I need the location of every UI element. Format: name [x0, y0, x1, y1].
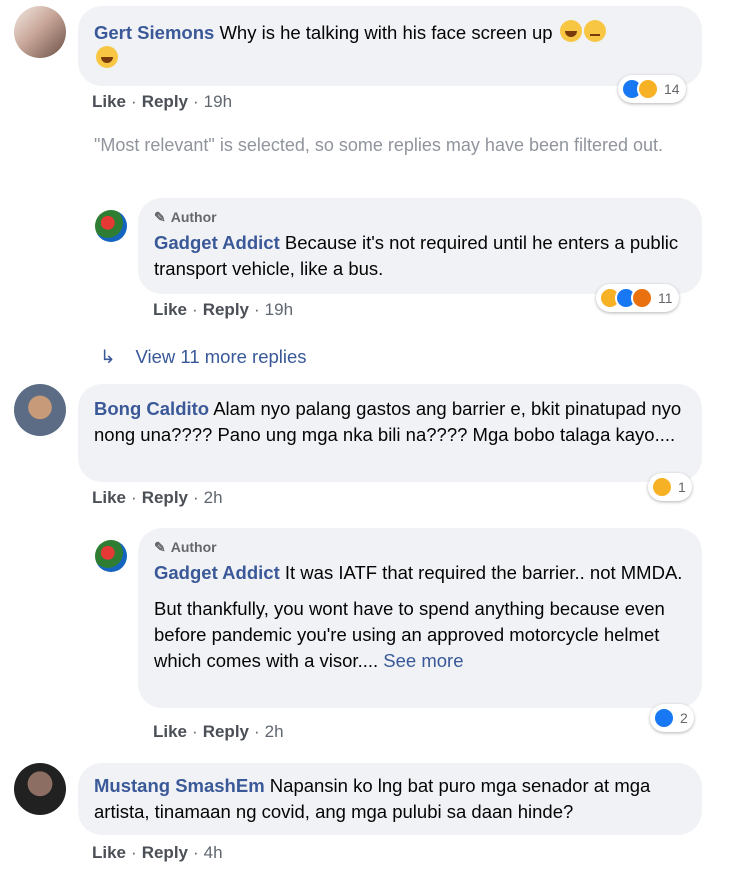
- reaction-summary[interactable]: 14: [618, 75, 686, 103]
- reply-link[interactable]: Reply: [203, 300, 249, 319]
- reply-bubble: ✎ Author Gadget Addict It was IATF that r…: [138, 528, 702, 708]
- timestamp[interactable]: 19h: [265, 300, 293, 319]
- comment-bubble: Mustang SmashEm Napansin ko lng bat puro…: [78, 763, 702, 835]
- timestamp[interactable]: 2h: [265, 722, 284, 741]
- reaction-summary[interactable]: 11: [596, 284, 679, 312]
- like-link[interactable]: Like: [92, 843, 126, 862]
- avatar[interactable]: [14, 6, 66, 58]
- haha-reaction-icon: [637, 78, 659, 100]
- rofl-emoji-icon: [96, 46, 118, 68]
- reply-arrow-icon: ↳: [100, 346, 116, 367]
- angry-reaction-icon: [631, 287, 653, 309]
- reaction-count: 14: [664, 81, 680, 97]
- reaction-summary[interactable]: 1: [648, 473, 692, 501]
- reaction-count: 2: [680, 710, 688, 726]
- eye-roll-emoji-icon: [583, 20, 606, 42]
- filter-notice: "Most relevant" is selected, so some rep…: [94, 135, 664, 155]
- like-link[interactable]: Like: [92, 92, 126, 111]
- comment-bubble: Bong Caldito Alam nyo palang gastos ang …: [78, 384, 702, 482]
- haha-reaction-icon: [651, 476, 673, 498]
- view-more-label[interactable]: View 11 more replies: [136, 346, 307, 368]
- avatar[interactable]: [95, 540, 127, 572]
- reply-link[interactable]: Reply: [142, 488, 188, 507]
- reaction-count: 11: [658, 290, 673, 306]
- comment-author[interactable]: Bong Caldito: [94, 398, 209, 419]
- reply-author[interactable]: Gadget Addict: [154, 232, 280, 253]
- pencil-icon: ✎: [154, 539, 166, 555]
- comment-actions: Like · Reply · 19h: [92, 92, 233, 111]
- reply-link[interactable]: Reply: [142, 92, 188, 111]
- reaction-summary[interactable]: 2: [650, 704, 694, 732]
- avatar[interactable]: [95, 210, 127, 242]
- reply-text: It was IATF that required the barrier.. …: [284, 562, 683, 583]
- timestamp[interactable]: 19h: [204, 92, 232, 111]
- comment-bubble: Gert Siemons Why is he talking with his …: [78, 6, 702, 86]
- laughing-emoji-icon: [559, 20, 582, 42]
- comment-text: Why is he talking with his face screen u…: [219, 22, 553, 43]
- reply-bubble: ✎ Author Gadget Addict Because it's not r…: [138, 198, 702, 294]
- timestamp[interactable]: 2h: [204, 488, 223, 507]
- author-badge: ✎ Author: [154, 534, 686, 560]
- reply-link[interactable]: Reply: [142, 843, 188, 862]
- reaction-count: 1: [678, 479, 686, 495]
- comment-actions: Like · Reply · 2h: [92, 488, 223, 507]
- view-more-replies[interactable]: ↳ View 11 more replies: [100, 346, 307, 368]
- reply-author[interactable]: Gadget Addict: [154, 562, 280, 583]
- reply-actions: Like · Reply · 19h: [153, 300, 294, 319]
- avatar[interactable]: [14, 384, 66, 436]
- comment-actions: Like · Reply · 4h: [92, 843, 223, 862]
- reply-link[interactable]: Reply: [203, 722, 249, 741]
- reply-actions: Like · Reply · 2h: [153, 722, 284, 741]
- avatar[interactable]: [14, 763, 66, 815]
- author-badge: ✎ Author: [154, 204, 686, 230]
- like-link[interactable]: Like: [153, 722, 187, 741]
- timestamp[interactable]: 4h: [204, 843, 223, 862]
- see-more-link[interactable]: See more: [383, 650, 463, 671]
- like-reaction-icon: [653, 707, 675, 729]
- comment-author[interactable]: Gert Siemons: [94, 22, 214, 43]
- like-link[interactable]: Like: [153, 300, 187, 319]
- pencil-icon: ✎: [154, 209, 166, 225]
- like-link[interactable]: Like: [92, 488, 126, 507]
- comment-author[interactable]: Mustang SmashEm: [94, 775, 265, 796]
